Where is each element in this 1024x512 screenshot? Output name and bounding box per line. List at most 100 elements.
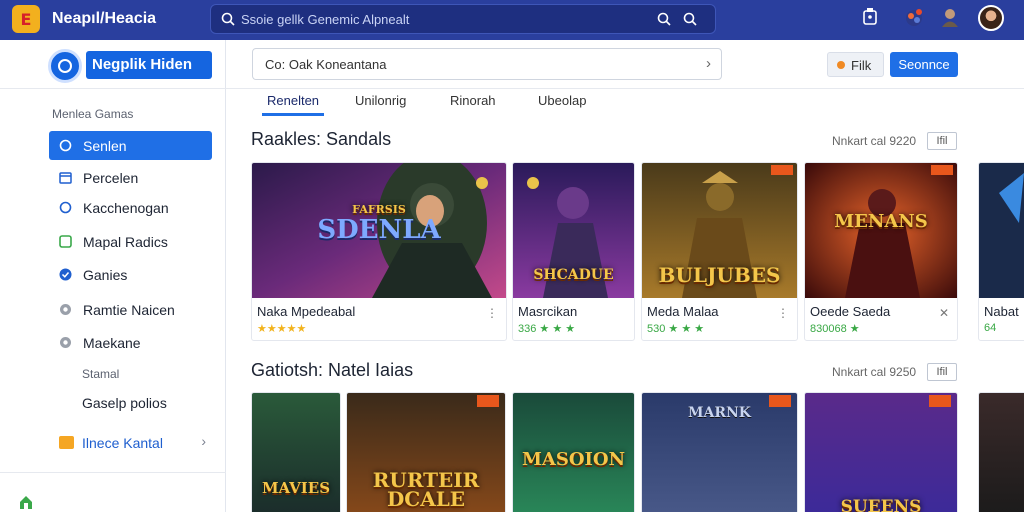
- new-badge: [931, 165, 953, 175]
- game-card[interactable]: SUEENS: [804, 392, 958, 512]
- square-icon: [59, 235, 72, 248]
- game-cover-title: SUEENS: [840, 497, 922, 512]
- more-icon[interactable]: ⋮: [486, 306, 498, 320]
- game-card[interactable]: MAVIES: [251, 392, 341, 512]
- game-cover-image: SHCADUE: [513, 163, 634, 298]
- tab-0[interactable]: Renelten: [267, 93, 319, 108]
- sidebar-item-label: Ramtie Naicen: [83, 302, 175, 318]
- search-icon[interactable]: [657, 12, 671, 26]
- game-card[interactable]: MARNK: [641, 392, 798, 512]
- more-icon[interactable]: ⋮: [777, 306, 789, 320]
- game-cover-image: BULJUBES: [642, 163, 797, 298]
- game-card[interactable]: [978, 392, 1024, 512]
- tab-1[interactable]: Unilonrig: [355, 93, 406, 108]
- sidebar-item-2[interactable]: Kacchenogan: [49, 193, 212, 222]
- game-card-title: Oeede Saeda: [810, 304, 891, 319]
- circle-icon: [59, 201, 72, 214]
- rating-stars: ★★★★★: [257, 323, 307, 335]
- game-card-rating: 64: [984, 322, 996, 334]
- sidebar-link-label: Ilnece Kantal: [82, 435, 163, 451]
- game-card-rating: 336 ★ ★ ★: [518, 322, 575, 335]
- sidebar-link[interactable]: Ilnece Kantal ›: [49, 428, 212, 456]
- filter-button[interactable]: Filk: [827, 52, 884, 77]
- section-filter-button[interactable]: Ifil: [927, 132, 957, 150]
- game-card-title: Masrcikan: [518, 304, 578, 319]
- rating-stars: 530 ★ ★ ★: [647, 323, 705, 335]
- sidebar-item-label: Percelen: [83, 170, 139, 186]
- sidebar: Negplik Hiden Menlea Gamas Senlen Percel…: [0, 40, 226, 512]
- new-badge: [929, 395, 951, 407]
- avatar[interactable]: [978, 5, 1004, 31]
- content-search-value: Co: Oak Koneantana: [265, 57, 387, 72]
- sidebar-item-5[interactable]: Ramtie Naicen: [49, 295, 212, 324]
- gear-icon: [60, 337, 71, 348]
- gear-icon: [60, 304, 71, 315]
- top-bar: E Neapıl/Heacia Ssoie gellk Genemic Alpn…: [0, 0, 1024, 40]
- sidebar-item-plain[interactable]: Gaselp polios: [82, 395, 167, 411]
- game-card[interactable]: BULJUBES Meda Malaa 530 ★ ★ ★ ⋮: [641, 162, 798, 341]
- global-search-input[interactable]: Ssoie gellk Genemic Alpnealt: [210, 4, 716, 34]
- close-icon[interactable]: ✕: [939, 306, 949, 320]
- section-filter-button[interactable]: Ifil: [927, 363, 957, 381]
- chevron-right-icon[interactable]: ›: [706, 55, 711, 72]
- game-cover-title: MENANS: [834, 211, 928, 232]
- game-card[interactable]: Nabat 64: [978, 162, 1024, 341]
- game-card[interactable]: MENANS Oeede Saeda 830068 ★ ✕: [804, 162, 958, 341]
- primary-button[interactable]: Seonnce: [890, 52, 958, 77]
- tab-2[interactable]: Rinorah: [450, 93, 496, 108]
- sidebar-item-4[interactable]: Ganies: [49, 260, 212, 289]
- game-cover-title: MARNK: [688, 405, 751, 421]
- sidebar-item-1[interactable]: Percelen: [49, 163, 212, 192]
- game-card[interactable]: FAFRSIS SDENLA Naka Mpedeabal ★★★★★ ⋮: [251, 162, 507, 341]
- content-search-input[interactable]: Co: Oak Koneantana ›: [252, 48, 722, 80]
- app-logo[interactable]: E: [12, 5, 40, 33]
- sidebar-section-title: Menlea Gamas: [52, 107, 134, 121]
- game-card-title: Nabat: [984, 304, 1019, 319]
- game-card-rating: 830068 ★: [810, 322, 860, 335]
- section-title: Gatiotsh: Natel Iaias: [251, 360, 414, 380]
- search-icon[interactable]: [683, 12, 697, 26]
- game-card-rating: ★★★★★: [257, 322, 306, 335]
- game-cover-image: FAFRSIS SDENLA: [252, 163, 506, 298]
- section-meta: Nnkart cal 9250: [832, 365, 917, 379]
- game-card-title: Naka Mpedeabal: [257, 304, 356, 319]
- sidebar-item-label: Maekane: [83, 335, 141, 351]
- game-card[interactable]: SHCADUE Masrcikan 336 ★ ★ ★: [512, 162, 635, 341]
- new-badge: [771, 165, 793, 175]
- game-card[interactable]: RURTEIR DCALE: [346, 392, 506, 512]
- sidebar-item-6[interactable]: Maekane: [49, 328, 212, 357]
- search-icon: [221, 12, 235, 26]
- game-cover-title: MAVIES: [261, 479, 331, 497]
- divider: [0, 88, 226, 89]
- tab-3[interactable]: Ubeolap: [538, 93, 586, 108]
- section-meta: Nnkart cal 9220: [832, 134, 917, 148]
- notification-icon[interactable]: [862, 8, 878, 26]
- home-icon[interactable]: [18, 494, 34, 510]
- user-icon[interactable]: [941, 7, 959, 27]
- game-cover-title: SHCADUE: [533, 267, 614, 283]
- active-tab-indicator: [262, 113, 324, 116]
- game-card[interactable]: MASOION: [512, 392, 635, 512]
- chevron-right-icon: ›: [201, 433, 206, 449]
- logo-glyph: E: [20, 9, 32, 29]
- game-card-title: Meda Malaa: [647, 304, 719, 319]
- sidebar-item-0[interactable]: Senlen: [49, 131, 212, 160]
- game-icon[interactable]: [904, 6, 924, 28]
- brand-label: Negplik Hiden: [86, 51, 212, 79]
- sidebar-item-label: Ganies: [83, 267, 128, 283]
- filter-dot-icon: [837, 61, 845, 69]
- brand-icon: [48, 49, 82, 83]
- game-cover-image: MENANS: [805, 163, 957, 298]
- sidebar-item-label: Senlen: [83, 138, 127, 154]
- rating-stars: 64: [984, 322, 997, 334]
- sidebar-item-3[interactable]: Mapal Radics: [49, 227, 212, 256]
- calendar-icon: [59, 172, 72, 184]
- game-cover-title: MASOION: [521, 449, 626, 470]
- section-title: Raakles: Sandals: [251, 129, 392, 149]
- game-card-rating: 530 ★ ★ ★: [647, 322, 704, 335]
- sidebar-brand[interactable]: Negplik Hiden: [48, 49, 212, 83]
- rating-stars: 830068 ★: [810, 323, 860, 335]
- divider: [226, 88, 1024, 89]
- game-cover-image: [979, 163, 1024, 298]
- game-cover-title: SDENLA: [317, 215, 441, 245]
